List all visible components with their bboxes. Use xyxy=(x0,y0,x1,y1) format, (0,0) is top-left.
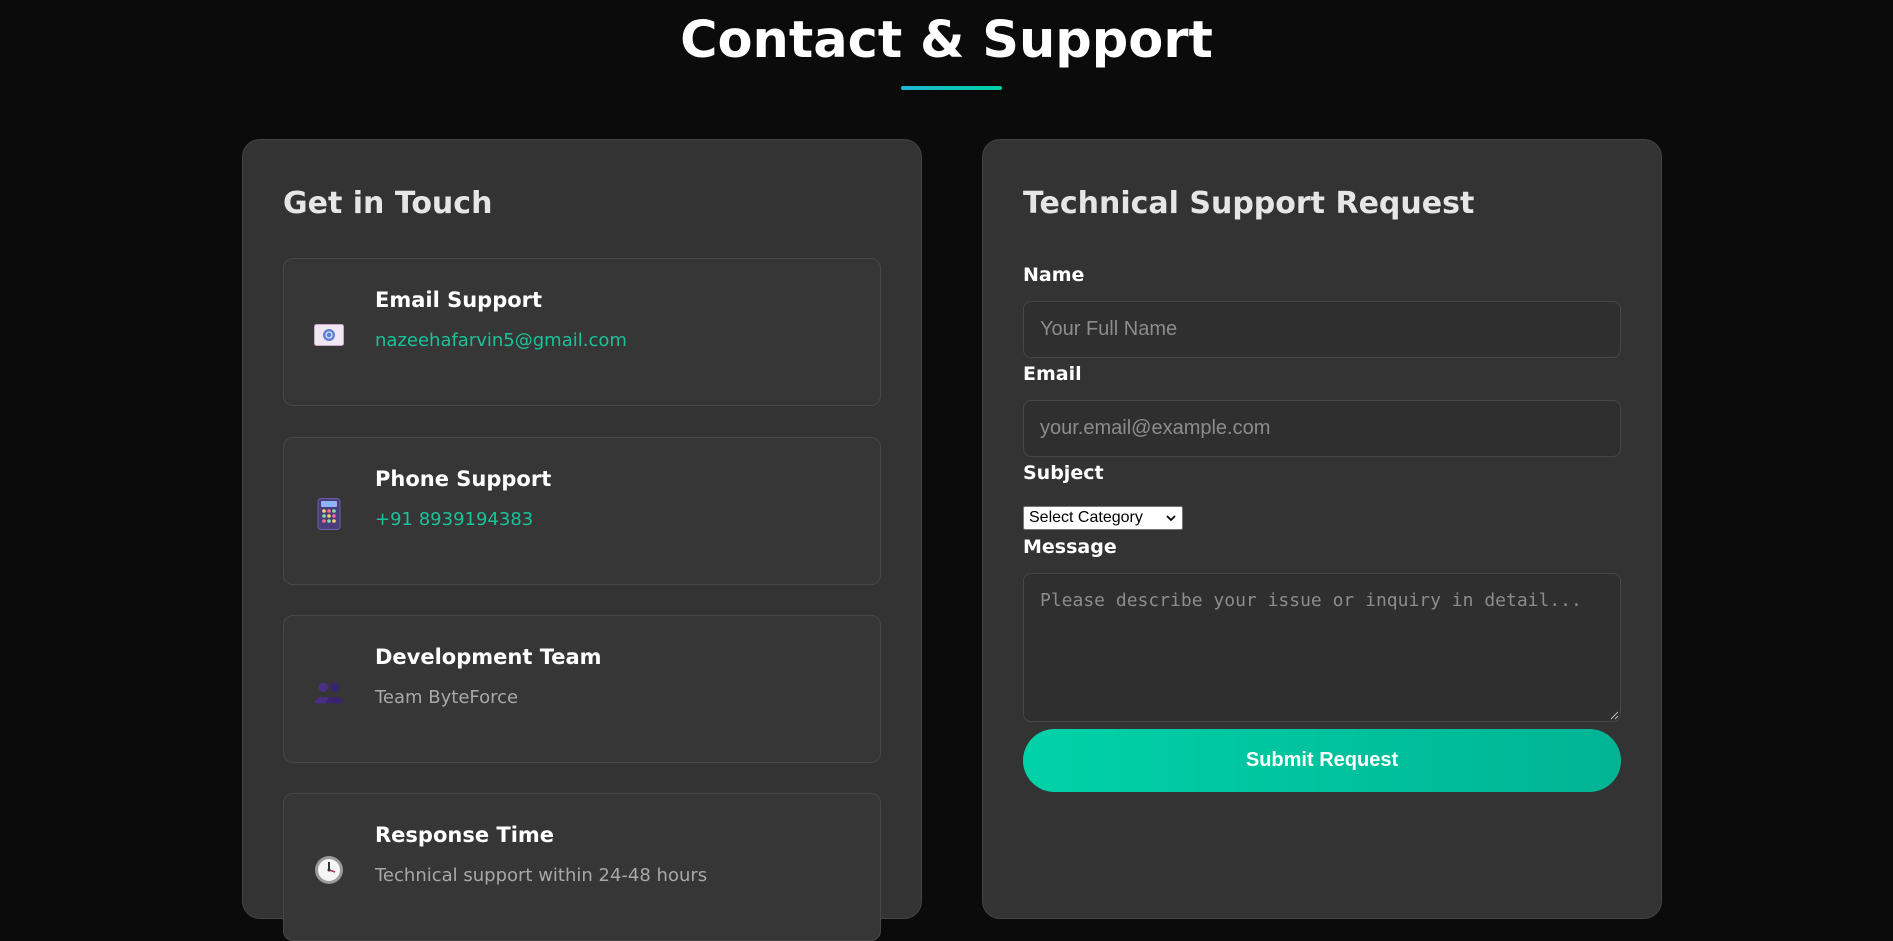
email-icon xyxy=(314,320,344,350)
info-item-title: Response Time xyxy=(375,823,555,847)
info-item-value: Technical support within 24-48 hours xyxy=(375,865,708,886)
chevron-down-icon xyxy=(1166,515,1176,522)
clock-icon xyxy=(314,855,344,885)
info-item-email: Email Support nazeehafarvin5@gmail.com xyxy=(283,258,881,406)
info-item-team: Development Team Team ByteForce xyxy=(283,615,881,763)
contact-info-heading: Get in Touch xyxy=(283,186,493,221)
contact-info-card: Get in Touch Email Support nazeehafarvin… xyxy=(242,139,922,941)
info-item-value: Team ByteForce xyxy=(375,687,519,708)
email-label: Email xyxy=(1023,363,1082,385)
subject-select[interactable]: Select Category xyxy=(1023,506,1183,530)
info-item-title: Development Team xyxy=(375,645,602,669)
info-item-phone: Phone Support +91 8939194383 xyxy=(283,437,881,585)
title-underline xyxy=(901,86,1002,90)
phone-link[interactable]: +91 8939194383 xyxy=(375,508,533,532)
message-label: Message xyxy=(1023,536,1117,558)
page-title: Contact & Support xyxy=(680,11,1213,70)
name-label: Name xyxy=(1023,264,1085,286)
resize-handle-icon[interactable] xyxy=(1610,711,1619,720)
info-item-title: Email Support xyxy=(375,288,543,312)
message-textarea[interactable] xyxy=(1023,573,1621,722)
info-item-response-time: Response Time Technical support within 2… xyxy=(283,793,881,941)
name-input[interactable] xyxy=(1023,301,1621,358)
subject-label: Subject xyxy=(1023,462,1104,484)
email-link[interactable]: nazeehafarvin5@gmail.com xyxy=(375,329,627,353)
subject-selected-value: Select Category xyxy=(1029,509,1143,526)
info-item-title: Phone Support xyxy=(375,467,552,491)
support-request-card: Technical Support Request Name Email Sub… xyxy=(982,139,1662,919)
submit-request-button[interactable]: Submit Request xyxy=(1023,729,1621,792)
support-request-heading: Technical Support Request xyxy=(1023,186,1475,221)
team-icon xyxy=(314,677,344,707)
phone-icon xyxy=(314,498,344,530)
email-input[interactable] xyxy=(1023,400,1621,457)
